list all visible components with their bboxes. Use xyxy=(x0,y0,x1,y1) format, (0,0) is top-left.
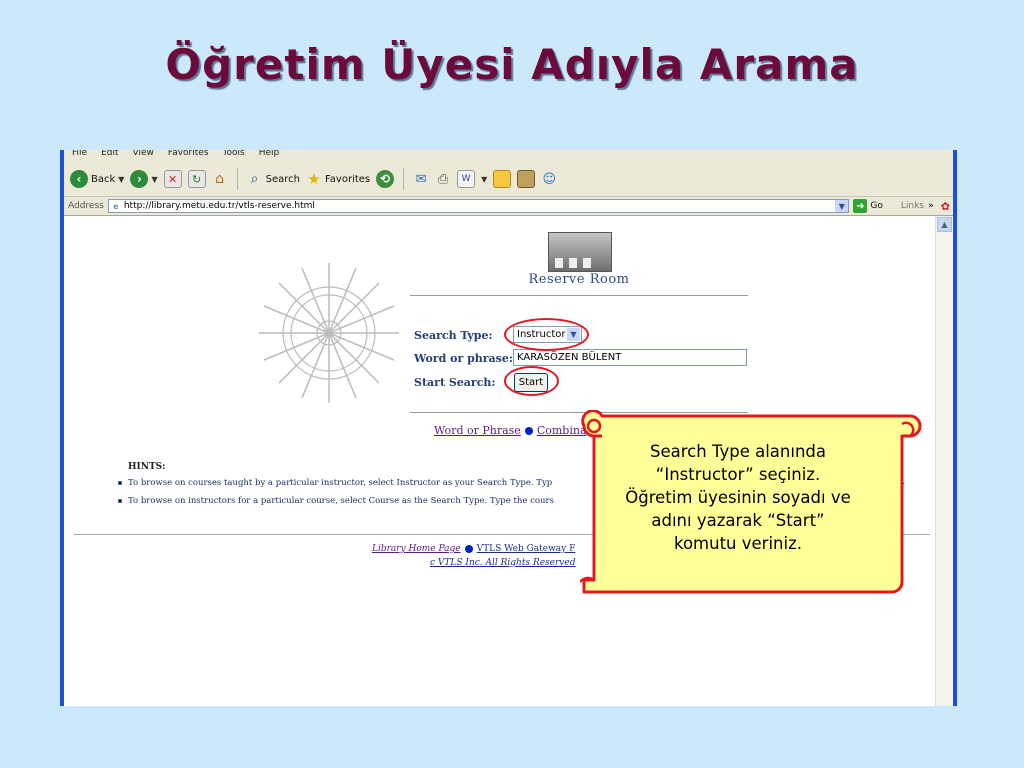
search-links: Word or Phrase Combina xyxy=(434,424,587,437)
back-label: Back xyxy=(91,173,116,185)
toolbar-divider xyxy=(236,168,238,190)
go-label: Go xyxy=(870,201,883,211)
links-label[interactable]: Links xyxy=(901,201,924,211)
menu-help[interactable]: Help xyxy=(259,150,280,162)
footer-copyright[interactable]: c VTLS Inc. All Rights Reserved xyxy=(430,558,575,568)
callout-line: adını yazarak “Start” xyxy=(651,511,825,530)
mail-icon[interactable]: ✉ xyxy=(413,171,429,187)
bullet-icon xyxy=(118,499,122,503)
forward-button[interactable]: › ▼ xyxy=(130,170,158,188)
link-word-phrase[interactable]: Word or Phrase xyxy=(434,424,521,437)
hints-title: HINTS: xyxy=(128,462,166,472)
go-button[interactable]: ➜ Go xyxy=(853,199,883,213)
callout-line: Search Type alanında xyxy=(650,442,826,461)
refresh-icon[interactable]: ↻ xyxy=(187,170,206,188)
chevron-right-icon[interactable]: » xyxy=(928,201,934,211)
hint-text: To browse on courses taught by a particu… xyxy=(128,478,553,488)
header-photo xyxy=(548,232,612,272)
address-input[interactable]: e http://library.metu.edu.tr/vtls-reserv… xyxy=(107,199,850,213)
go-arrow-icon: ➜ xyxy=(853,199,868,213)
footer-gateway-link[interactable]: VTLS Web Gateway F xyxy=(477,544,576,554)
menu-view[interactable]: View xyxy=(133,150,154,162)
bullet-icon xyxy=(118,481,122,485)
history-icon[interactable]: ⟲ xyxy=(376,170,395,188)
favorites-button[interactable]: ★ Favorites xyxy=(306,170,371,188)
bullet-icon xyxy=(524,426,533,435)
search-label: Search xyxy=(265,173,300,185)
folder-icon[interactable] xyxy=(493,170,512,188)
word-phrase-label: Word or phrase: xyxy=(414,352,513,365)
back-button[interactable]: ‹ Back ▼ xyxy=(70,170,124,188)
callout-line: Öğretim üyesinin soyadı ve xyxy=(625,488,851,507)
word-phrase-input[interactable]: KARASÖZEN BÜLENT xyxy=(513,349,747,366)
search-type-label: Search Type: xyxy=(414,329,493,342)
address-bar: Address e http://library.metu.edu.tr/vtl… xyxy=(64,197,953,216)
footer-home-link[interactable]: Library Home Page xyxy=(372,544,461,554)
menu-favorites[interactable]: Favorites xyxy=(168,150,209,162)
highlight-oval-search-type xyxy=(504,318,589,351)
chevron-up-icon[interactable]: ▲ xyxy=(937,217,952,232)
print-icon[interactable]: ⎙ xyxy=(435,171,451,187)
address-label: Address xyxy=(68,201,104,211)
chevron-down-icon[interactable]: ▼ xyxy=(835,200,849,212)
toolbar-divider xyxy=(403,168,405,190)
stop-icon[interactable]: ✕ xyxy=(163,170,182,188)
callout-line: komutu veriniz. xyxy=(674,534,802,553)
forward-arrow-icon: › xyxy=(130,170,149,188)
bullet-icon xyxy=(464,545,473,553)
chevron-down-icon[interactable]: ▼ xyxy=(118,175,124,184)
back-arrow-icon: ‹ xyxy=(70,170,88,188)
slide-title: Öğretim Üyesi Adıyla Arama xyxy=(165,40,859,89)
research-icon[interactable] xyxy=(517,170,536,188)
messenger-icon[interactable]: ☺ xyxy=(541,171,557,187)
favorites-label: Favorites xyxy=(324,173,371,185)
menu-bar: File Edit View Favorites Tools Help xyxy=(64,150,953,162)
vertical-scrollbar[interactable]: ▲ xyxy=(935,216,953,706)
toolbar: ‹ Back ▼ › ▼ ✕ ↻ ⌂ ⌕ Search ★ Favorites … xyxy=(64,162,953,197)
hint-item: To browse on courses taught by a particu… xyxy=(118,478,552,488)
start-search-label: Start Search: xyxy=(414,376,496,389)
callout-line: “Instructor” seçiniz. xyxy=(655,465,821,484)
word-phrase-value: KARASÖZEN BÜLENT xyxy=(517,352,622,363)
star-icon: ★ xyxy=(307,170,321,188)
search-icon: ⌕ xyxy=(250,171,259,187)
addon-icon[interactable]: ✿ xyxy=(938,198,953,214)
callout-text: Search Type alanında “Instructor” seçini… xyxy=(588,440,888,555)
chevron-down-icon[interactable]: ▼ xyxy=(151,175,157,184)
search-button[interactable]: ⌕ Search xyxy=(247,171,300,187)
menu-edit[interactable]: Edit xyxy=(101,150,118,162)
menu-file[interactable]: File xyxy=(72,150,87,162)
address-url: http://library.metu.edu.tr/vtls-reserve.… xyxy=(123,201,315,211)
page-icon: e xyxy=(113,201,119,211)
hint-text: To browse on instructors for a particula… xyxy=(128,496,554,506)
home-icon[interactable]: ⌂ xyxy=(212,171,228,187)
footer-links: Library Home Page VTLS Web Gateway F xyxy=(372,544,575,554)
menu-tools[interactable]: Tools xyxy=(223,150,245,162)
ship-wheel-icon xyxy=(259,263,399,403)
page-heading: Reserve Room xyxy=(528,272,630,287)
divider xyxy=(410,295,748,296)
hint-item: To browse on instructors for a particula… xyxy=(118,496,554,506)
chevron-down-icon[interactable]: ▼ xyxy=(481,175,487,184)
edit-document-icon[interactable]: W xyxy=(457,170,476,188)
highlight-oval-start xyxy=(504,366,559,396)
